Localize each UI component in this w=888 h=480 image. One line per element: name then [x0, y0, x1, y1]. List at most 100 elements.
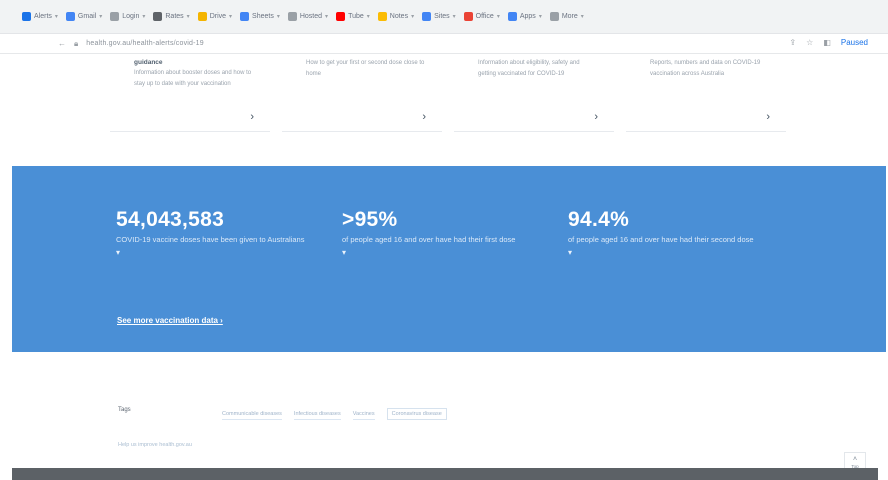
bookmark-item[interactable]: Tube ▾: [336, 10, 370, 24]
stat-value: >95%: [342, 208, 398, 231]
bookmark-item[interactable]: Gmail ▾: [65, 10, 103, 24]
bookmark-item[interactable]: Login ▾: [110, 10, 145, 24]
chevron-down-icon: ▾: [54, 14, 58, 20]
chevron-down-icon: ▾: [580, 14, 584, 20]
chevron-down-icon: ▾: [142, 14, 146, 20]
card-text: Reports, numbers and data on COVID-19 va…: [650, 58, 770, 80]
chevron-right-icon[interactable]: ›: [250, 111, 254, 123]
stat-value: 54,043,583: [116, 208, 225, 231]
chevron-down-icon: ▾: [276, 14, 280, 20]
bookmark-item[interactable]: Alerts ▾: [22, 10, 58, 24]
bookmark-item[interactable]: Notes ▾: [377, 10, 415, 24]
tag-link[interactable]: Coronavirus disease: [386, 408, 447, 420]
bookmark-label: Notes: [389, 13, 409, 20]
grid-icon: [240, 12, 250, 21]
bookmark-item[interactable]: Apps ▾: [507, 10, 542, 24]
back-icon[interactable]: ←: [58, 39, 66, 48]
bookmark-item[interactable]: Sheets ▾: [240, 10, 280, 24]
info-card[interactable]: guidance Information about booster doses…: [110, 54, 270, 132]
card-text: How to get your first or second dose clo…: [306, 58, 426, 80]
doc-icon: [377, 12, 387, 21]
url-field[interactable]: health.gov.au/health-alerts/covid-19: [86, 40, 204, 47]
bookmark-label: Gmail: [77, 13, 97, 20]
page-icon: [110, 12, 120, 21]
page-icon: [287, 12, 297, 21]
info-cards: guidance Information about booster doses…: [110, 54, 790, 134]
tag-list: Communicable diseases Infectious disease…: [222, 408, 447, 420]
bookmarks-bar: Alerts ▾ Gmail ▾ Login ▾ Rates ▾ Drive ▾ Sheets ▾ Ho…: [0, 0, 888, 34]
card-description: Information about eligibility, safety an…: [478, 60, 580, 77]
folder-icon: [549, 12, 559, 21]
stat-description: of people aged 16 and over have had thei…: [568, 235, 754, 244]
tags-label: Tags: [118, 407, 131, 413]
chevron-right-icon[interactable]: ›: [422, 111, 426, 123]
link-icon: [153, 12, 163, 21]
chevron-down-icon: ▾: [186, 14, 190, 20]
bookmark-folder-icon: [22, 12, 31, 21]
chevron-down-icon: ▾: [366, 14, 370, 20]
bookmark-item[interactable]: Sites ▾: [422, 10, 456, 24]
stat-doses: 54,043,583 COVID-19 vaccine doses have b…: [116, 208, 316, 258]
address-bar[interactable]: ← 🔒︎ health.gov.au/health-alerts/covid-1…: [0, 34, 888, 54]
bookmark-label: More: [561, 13, 578, 20]
chevron-down-icon: ▾: [496, 14, 500, 20]
tag-link[interactable]: Infectious diseases: [293, 409, 341, 420]
stat-first-dose: >95% of people aged 16 and over have had…: [342, 208, 542, 258]
video-icon: [336, 12, 346, 21]
chevron-up-icon: ˄: [852, 456, 858, 463]
chevron-right-icon[interactable]: ›: [594, 111, 598, 123]
card-text: guidance Information about booster doses…: [134, 58, 254, 90]
address-bar-actions: ⇪ ☆ ◧ Paused: [789, 38, 868, 47]
tag-link[interactable]: Communicable diseases: [222, 409, 282, 420]
bookmark-label: Drive: [209, 13, 227, 20]
stat-second-dose: 94.4% of people aged 16 and over have ha…: [568, 208, 768, 258]
pen-icon: [197, 12, 207, 21]
stat-value: 94.4%: [568, 208, 630, 231]
bookmark-label: Tube: [348, 13, 364, 20]
extensions-icon[interactable]: ◧: [823, 38, 831, 47]
bookmark-item[interactable]: More ▾: [549, 10, 584, 24]
chevron-down-icon: ▾: [411, 14, 415, 20]
card-heading: guidance: [134, 59, 163, 66]
grid-icon: [422, 12, 432, 21]
chevron-down-icon: ▾: [452, 14, 456, 20]
chevron-down-icon: ▾: [538, 14, 542, 20]
bookmark-label: Sites: [434, 13, 450, 20]
chevron-right-icon[interactable]: ›: [766, 111, 770, 123]
star-icon[interactable]: ☆: [806, 38, 813, 47]
office-icon: [463, 12, 473, 21]
bookmark-item[interactable]: Rates ▾: [153, 10, 190, 24]
chevron-down-icon[interactable]: ▾: [568, 248, 768, 258]
bookmark-item[interactable]: Hosted ▾: [287, 10, 329, 24]
chevron-down-icon: ▾: [99, 14, 103, 20]
info-card[interactable]: Information about eligibility, safety an…: [454, 54, 614, 132]
bookmark-item[interactable]: Drive ▾: [197, 10, 233, 24]
chevron-down-icon[interactable]: ▾: [342, 248, 542, 258]
tag-link[interactable]: Vaccines: [352, 409, 375, 420]
bookmark-label: Rates: [165, 13, 184, 20]
chevron-down-icon[interactable]: ▾: [116, 248, 316, 258]
card-description: How to get your first or second dose clo…: [306, 60, 425, 77]
info-card[interactable]: How to get your first or second dose clo…: [282, 54, 442, 132]
chevron-down-icon: ▾: [325, 14, 329, 20]
bookmark-label: Alerts: [34, 13, 52, 20]
feedback-link[interactable]: Help us improve health.gov.au: [118, 442, 192, 448]
stat-description: COVID-19 vaccine doses have been given t…: [116, 235, 305, 244]
bookmark-item[interactable]: Office ▾: [463, 10, 500, 24]
hero-image: [12, 468, 878, 480]
chevron-down-icon: ▾: [229, 14, 233, 20]
lock-icon[interactable]: 🔒︎: [74, 39, 78, 49]
bookmark-label: Office: [475, 13, 494, 20]
card-text: Information about eligibility, safety an…: [478, 58, 598, 80]
grid-icon: [65, 12, 75, 21]
stat-description: of people aged 16 and over have had thei…: [342, 235, 516, 244]
share-icon[interactable]: ⇪: [789, 38, 796, 47]
info-card[interactable]: Reports, numbers and data on COVID-19 va…: [626, 54, 786, 132]
bookmark-label: Login: [122, 13, 140, 20]
grid-icon: [507, 12, 517, 21]
profile-button[interactable]: Paused: [841, 38, 868, 47]
bookmark-label: Apps: [519, 13, 536, 20]
more-vaccination-data-link[interactable]: See more vaccination data ›: [117, 316, 223, 325]
vaccination-stats-banner: 54,043,583 COVID-19 vaccine doses have b…: [12, 166, 886, 352]
bookmark-label: Hosted: [299, 13, 323, 20]
